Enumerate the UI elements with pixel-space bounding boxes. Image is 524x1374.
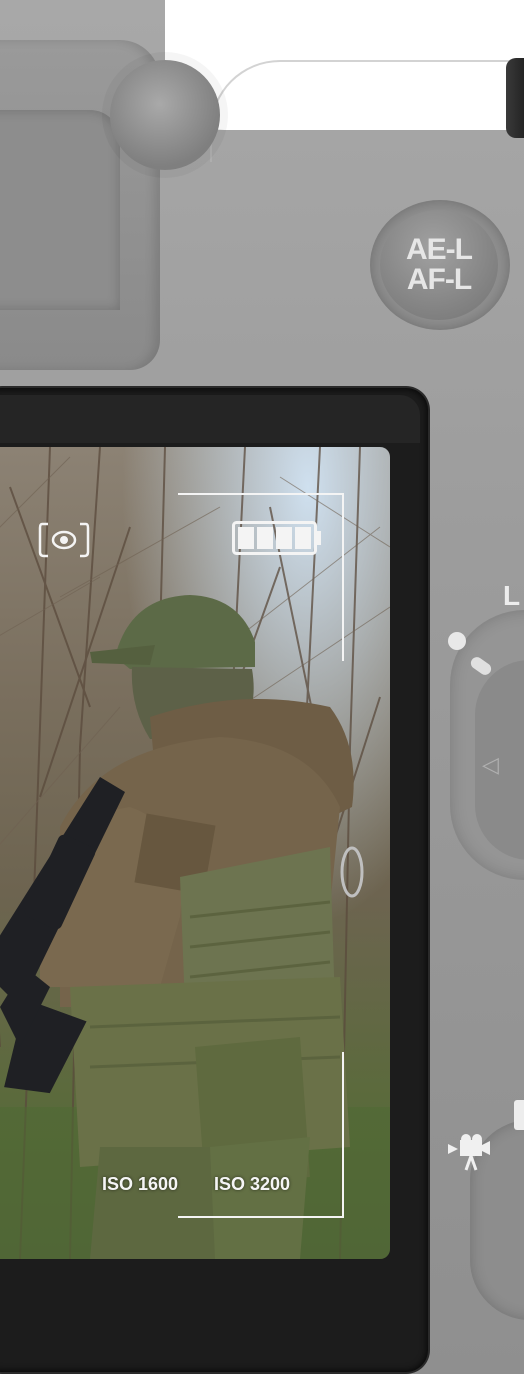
left-arrow-icon: ◁ [482,752,499,777]
diopter-dial[interactable] [110,60,220,170]
battery-icon [232,521,321,555]
lcd-bezel-top [0,395,420,443]
ael-afl-button[interactable]: AE-L AF-L [380,210,498,320]
side-marker [514,1100,524,1130]
ael-label: AE-L [406,233,473,266]
battery-bar [257,527,273,549]
viewfinder-window [0,110,120,310]
command-dial[interactable] [506,58,524,138]
iso-option-1600[interactable]: ISO 1600 [102,1174,178,1195]
movie-camera-icon [448,1134,490,1171]
af-frame-top-right [178,493,344,661]
afl-label: AF-L [406,263,472,296]
battery-bar [295,527,311,549]
camera-back-view: AE-L AF-L L ◁ ISO 1600 ISO 3200 [0,0,524,1374]
iso-option-3200[interactable]: ISO 3200 [214,1174,290,1195]
spot-metering-icon [38,522,90,558]
battery-bar [276,527,292,549]
lock-switch-label: L [503,580,521,611]
battery-bar [238,527,254,549]
dial-indicator-dot [448,632,466,650]
body-contour [210,60,524,162]
